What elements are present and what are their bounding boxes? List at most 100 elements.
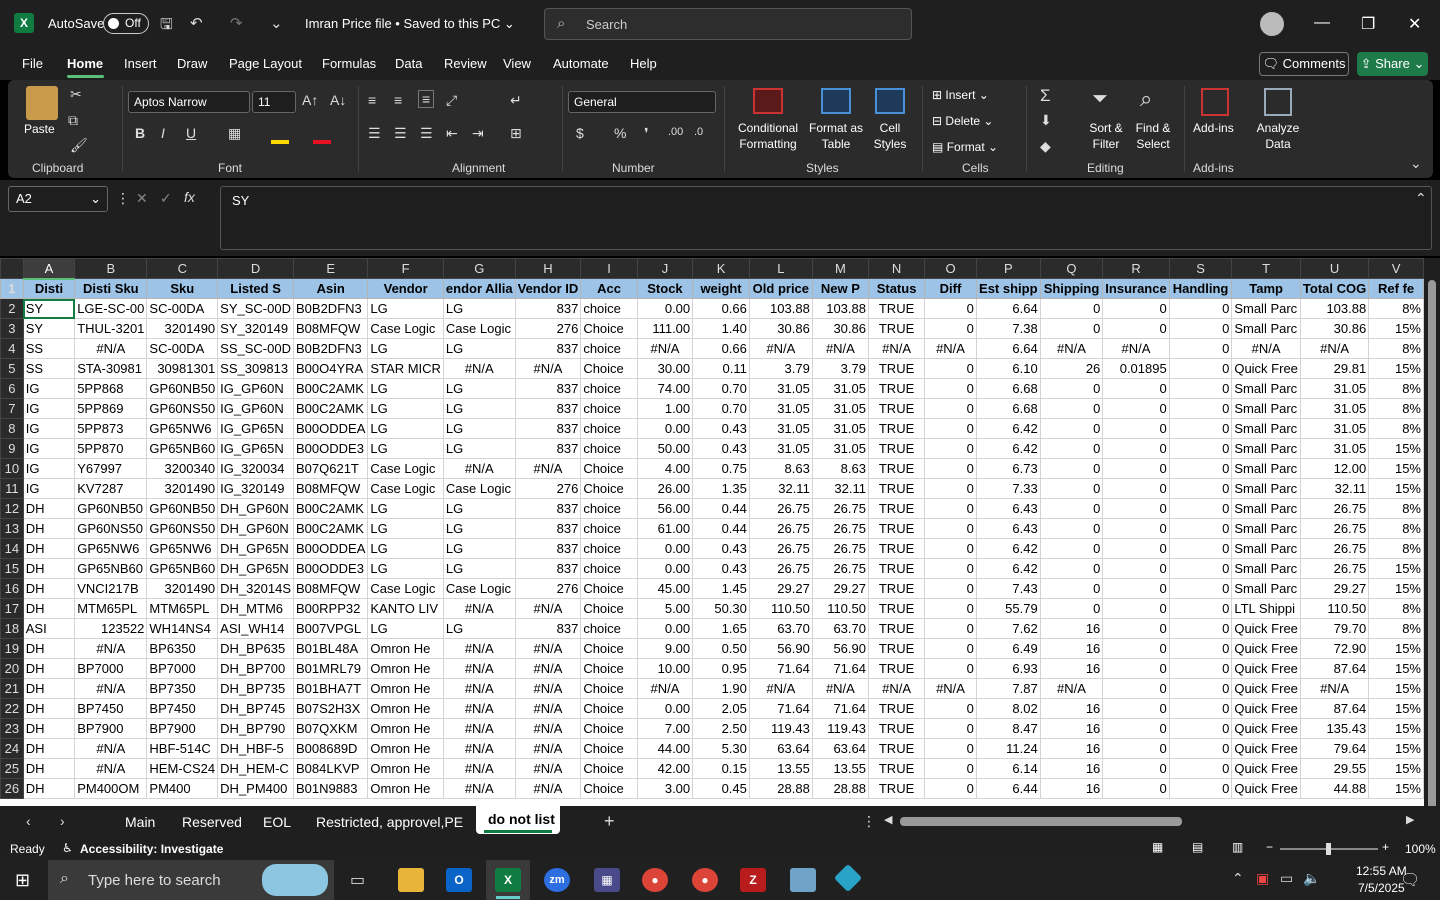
conditional-formatting-icon[interactable] [753, 88, 783, 114]
cell[interactable]: MTM65PL [74, 598, 148, 619]
cell[interactable]: 5PP869 [74, 398, 148, 419]
cell[interactable]: Quick Free [1231, 358, 1301, 379]
cell[interactable]: 29.81 [1299, 358, 1370, 379]
cell[interactable]: choice [580, 378, 638, 399]
cell[interactable]: 71.64 [748, 658, 813, 679]
cell[interactable]: 0 [1102, 558, 1170, 579]
cell[interactable]: #N/A [748, 338, 813, 359]
cell[interactable]: B00O4YRA [292, 358, 369, 379]
cell[interactable]: 0 [1039, 478, 1104, 499]
cell[interactable]: #N/A [514, 778, 582, 799]
cell[interactable]: DH [22, 778, 76, 799]
cell[interactable]: TRUE [867, 558, 926, 579]
restore-icon[interactable]: ❐ [1361, 14, 1375, 34]
cell[interactable]: PM400 [146, 778, 219, 799]
cell[interactable]: 0 [1039, 438, 1104, 459]
cell[interactable]: 55.79 [975, 598, 1041, 619]
task-view-icon[interactable]: ▭ [350, 870, 365, 890]
cell[interactable]: DH [22, 658, 76, 679]
header-cell[interactable]: Tamp [1231, 278, 1301, 299]
cell[interactable]: B008689D [292, 738, 369, 759]
row-header[interactable]: 6 [0, 378, 24, 399]
cell[interactable]: B00C2AMK [292, 398, 369, 419]
cell[interactable]: #N/A [514, 678, 582, 699]
orientation-icon[interactable]: ⤢ [446, 92, 457, 109]
cell[interactable]: LG [442, 538, 516, 559]
cell[interactable]: 276 [514, 578, 582, 599]
vertical-scrollbar[interactable] [1424, 258, 1440, 900]
outlook-icon[interactable]: O [446, 868, 472, 892]
cell[interactable]: 0 [924, 318, 977, 339]
paste-button[interactable]: Paste [24, 121, 55, 137]
network-icon[interactable]: ▭ [1280, 870, 1293, 887]
cell[interactable]: 0 [1168, 678, 1233, 699]
cell[interactable]: HBF-514C [146, 738, 219, 759]
scroll-tabs-left-icon[interactable]: ‹ [26, 813, 31, 829]
cell[interactable]: #N/A [811, 678, 869, 699]
row-header[interactable]: 1 [0, 278, 24, 299]
cell[interactable]: 0 [924, 538, 977, 559]
cell[interactable]: Quick Free [1231, 718, 1301, 739]
cell[interactable]: #N/A [867, 338, 926, 359]
cell[interactable]: 26.75 [1299, 558, 1370, 579]
header-cell[interactable]: Disti Sku [74, 278, 148, 299]
cell[interactable]: 0 [1168, 658, 1233, 679]
cell[interactable]: VNCI217B [74, 578, 148, 599]
cell[interactable]: Choice [580, 738, 638, 759]
cell[interactable]: 7.38 [975, 318, 1041, 339]
cell[interactable]: #N/A [442, 598, 516, 619]
cell[interactable]: 26.75 [748, 518, 813, 539]
cell[interactable]: B00RPP32 [292, 598, 369, 619]
cell[interactable]: 0.66 [692, 338, 750, 359]
cell[interactable]: 837 [514, 518, 582, 539]
cell[interactable]: DH_MTM6 [217, 598, 294, 619]
format-as-table-icon[interactable] [821, 88, 851, 114]
cell[interactable]: LG [367, 378, 444, 399]
tab-file[interactable]: File [22, 56, 43, 71]
cell[interactable]: 0.01895 [1102, 358, 1170, 379]
cell[interactable]: 0 [1168, 298, 1233, 319]
column-header[interactable]: O [924, 258, 977, 279]
cell[interactable]: 26.00 [636, 478, 694, 499]
cell[interactable]: #N/A [74, 678, 148, 699]
cell[interactable]: B00C2AMK [292, 498, 369, 519]
column-header[interactable]: J [636, 258, 694, 279]
cell[interactable]: #N/A [442, 678, 516, 699]
cell[interactable]: Omron He [367, 718, 444, 739]
cell[interactable]: LG [442, 558, 516, 579]
select-all-corner[interactable] [0, 258, 24, 279]
zoom-in-icon[interactable]: + [1382, 840, 1389, 854]
increase-font-icon[interactable]: A↑ [302, 92, 318, 108]
row-header[interactable]: 2 [0, 298, 24, 319]
tab-page-layout[interactable]: Page Layout [229, 56, 302, 71]
row-header[interactable]: 24 [0, 738, 24, 759]
cell[interactable]: 74.00 [636, 378, 694, 399]
cell[interactable]: DH_GP65N [217, 538, 294, 559]
cell[interactable]: 0 [1168, 398, 1233, 419]
cell[interactable]: GP65NB60 [74, 558, 148, 579]
accessibility-status[interactable]: Accessibility: Investigate [80, 842, 223, 856]
cell[interactable]: DH_32014S [217, 578, 294, 599]
copy-icon[interactable]: ⧉ [68, 112, 78, 129]
cell[interactable]: STA-30981 [74, 358, 148, 379]
cell[interactable]: #N/A [514, 598, 582, 619]
cell[interactable]: 44.00 [636, 738, 694, 759]
tab-formulas[interactable]: Formulas [322, 56, 376, 71]
cell[interactable]: 0 [924, 598, 977, 619]
cell[interactable]: 0 [1168, 538, 1233, 559]
cell[interactable]: TRUE [867, 598, 926, 619]
cell[interactable]: 26.75 [811, 558, 869, 579]
cell[interactable]: 0 [1168, 558, 1233, 579]
cell[interactable]: 6.42 [975, 438, 1041, 459]
header-cell[interactable]: Diff [924, 278, 977, 299]
cell[interactable]: 0 [1168, 758, 1233, 779]
cell[interactable]: LG [442, 518, 516, 539]
cell[interactable]: LG [442, 338, 516, 359]
cell[interactable]: 837 [514, 498, 582, 519]
header-cell[interactable]: Acc [580, 278, 638, 299]
cell[interactable]: 0 [924, 738, 977, 759]
cell[interactable]: Small Parc [1231, 298, 1301, 319]
cell[interactable]: 0 [1168, 738, 1233, 759]
share-button[interactable]: ⇪ Share ⌄ [1357, 52, 1428, 76]
row-header[interactable]: 20 [0, 658, 24, 679]
